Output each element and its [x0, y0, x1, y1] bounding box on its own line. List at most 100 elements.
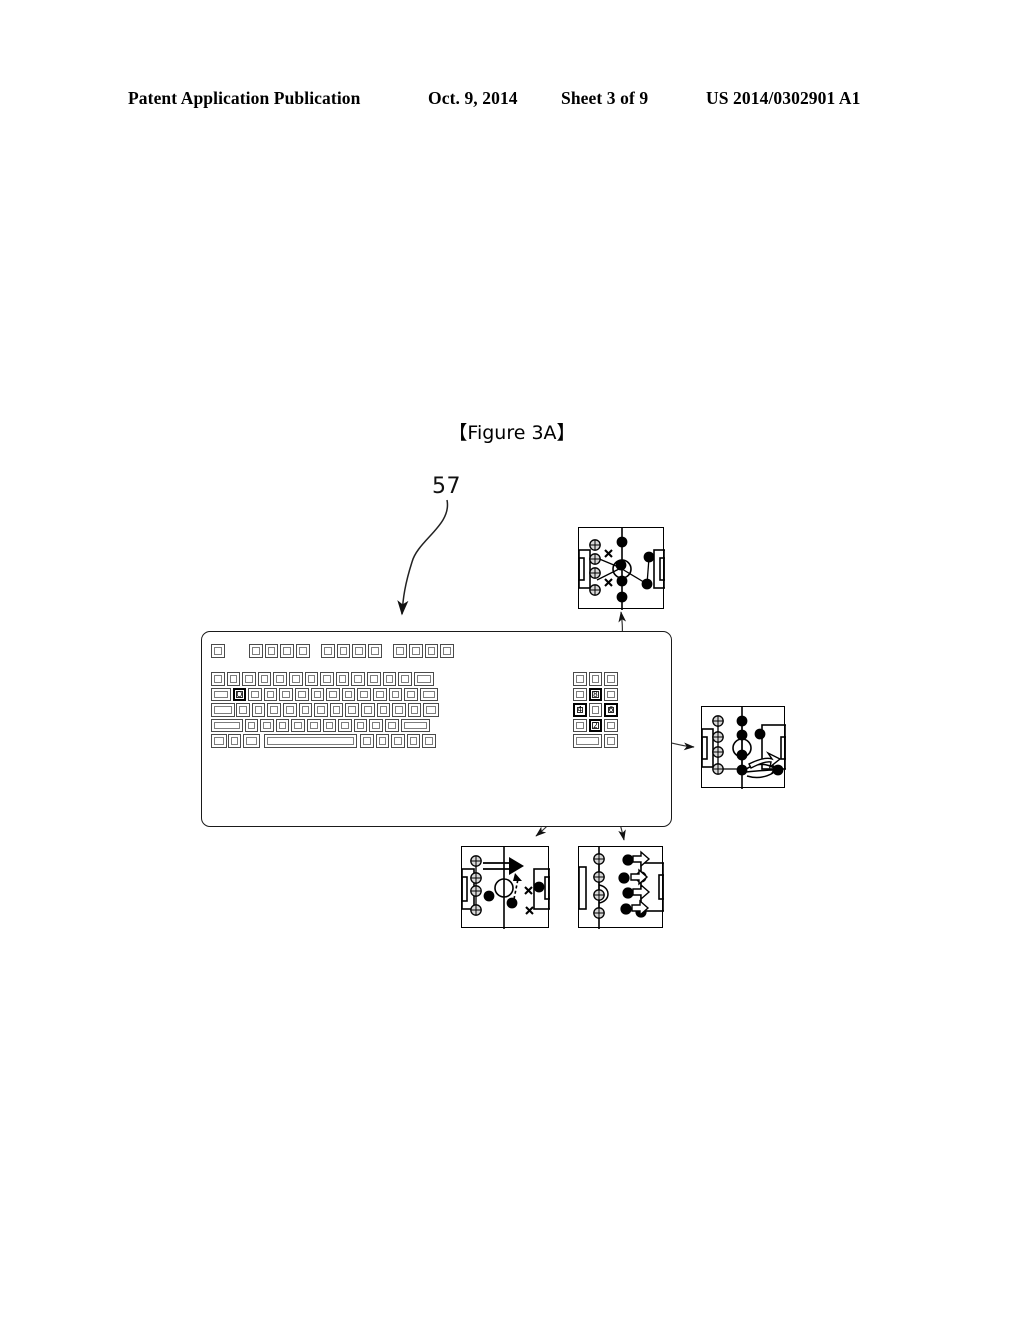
key-numpad[interactable]	[604, 734, 618, 748]
key-bevel	[230, 737, 239, 745]
key-row1[interactable]	[320, 672, 334, 686]
key-function[interactable]	[368, 644, 382, 658]
key-row1[interactable]	[382, 672, 397, 686]
key-row3[interactable]	[392, 703, 406, 717]
key-row1[interactable]	[289, 672, 303, 686]
key-row1[interactable]	[226, 672, 241, 686]
key-numpad[interactable]	[588, 672, 603, 686]
key-numpad-4[interactable]: 4	[573, 703, 587, 717]
key-space[interactable]	[264, 734, 358, 748]
key-row4[interactable]	[384, 718, 399, 733]
key-esc[interactable]	[211, 644, 225, 658]
key-numpad-8[interactable]: 8	[588, 687, 603, 702]
key-row2[interactable]	[341, 687, 356, 702]
key-row2[interactable]	[357, 687, 371, 702]
key-modifier-right[interactable]	[375, 734, 390, 748]
key-row2[interactable]	[326, 687, 340, 702]
key-modifier-right[interactable]	[391, 734, 405, 748]
key-row1[interactable]	[304, 672, 319, 686]
key-bevel	[239, 706, 247, 714]
key-row4[interactable]	[306, 718, 321, 733]
key-row3[interactable]	[251, 703, 266, 717]
key-row2[interactable]	[263, 687, 278, 702]
key-bevel	[267, 647, 276, 655]
key-numpad-6[interactable]: 6	[604, 703, 618, 717]
key-function[interactable]	[424, 644, 439, 658]
key-shift-left[interactable]	[211, 718, 243, 733]
key-row2[interactable]	[248, 687, 262, 702]
key-row4[interactable]	[369, 718, 383, 733]
key-numpad[interactable]	[573, 672, 587, 686]
key-row3[interactable]	[267, 703, 282, 717]
key-numpad[interactable]	[588, 703, 603, 717]
key-row2[interactable]	[310, 687, 325, 702]
key-row4[interactable]	[260, 718, 274, 733]
key-row4[interactable]	[338, 718, 352, 733]
key-numpad[interactable]	[573, 687, 587, 702]
key-row3[interactable]	[407, 703, 422, 717]
key-ctrl-left[interactable]	[211, 734, 227, 748]
key-shift-right[interactable]	[400, 718, 431, 733]
key-row3[interactable]	[361, 703, 375, 717]
key-numpad[interactable]	[573, 718, 587, 733]
key-enter-lower[interactable]	[423, 703, 440, 717]
key-row2[interactable]	[279, 687, 293, 702]
key-bevel	[360, 690, 368, 699]
key-row3[interactable]	[236, 703, 250, 717]
key-function[interactable]	[264, 644, 279, 658]
key-row4[interactable]	[322, 718, 337, 733]
key-row1[interactable]	[211, 672, 225, 686]
key-row4[interactable]	[291, 718, 305, 733]
key-row3[interactable]	[376, 703, 391, 717]
key-modifier-right[interactable]	[360, 734, 374, 748]
key-bevel	[411, 647, 420, 655]
key-function[interactable]	[440, 644, 454, 658]
key-row1[interactable]	[273, 672, 287, 686]
key-function[interactable]	[336, 644, 351, 658]
key-modifier-right[interactable]	[406, 734, 421, 748]
key-numpad[interactable]	[604, 687, 618, 702]
key-row1[interactable]	[367, 672, 381, 686]
key-bevel	[292, 675, 300, 683]
key-row3[interactable]	[298, 703, 313, 717]
key-function[interactable]	[296, 644, 310, 658]
key-function[interactable]	[352, 644, 367, 658]
key-row3[interactable]	[283, 703, 297, 717]
key-function[interactable]	[280, 644, 294, 658]
key-row4[interactable]	[275, 718, 290, 733]
key-row1[interactable]	[351, 672, 365, 686]
key-row1[interactable]	[242, 672, 256, 686]
header-sheet-text: Sheet 3 of 9	[561, 88, 649, 108]
key-row2[interactable]	[388, 687, 403, 702]
key-row2[interactable]	[372, 687, 387, 702]
key-row3[interactable]	[314, 703, 328, 717]
key-numpad-2[interactable]: 2	[588, 718, 603, 733]
key-function[interactable]	[393, 644, 407, 658]
key-row4[interactable]	[244, 718, 259, 733]
key-row1[interactable]	[398, 672, 412, 686]
computer-keyboard[interactable]: Q 84 62	[201, 631, 672, 827]
key-q[interactable]: Q	[232, 687, 247, 702]
key-function[interactable]	[408, 644, 423, 658]
key-win-left[interactable]	[227, 734, 242, 748]
key-backspace[interactable]	[413, 672, 435, 686]
key-numpad[interactable]	[604, 672, 618, 686]
key-alt-left[interactable]	[243, 734, 261, 748]
key-enter-upper[interactable]	[419, 687, 439, 702]
key-capslock[interactable]	[211, 703, 235, 717]
key-function[interactable]	[249, 644, 263, 658]
key-bevel	[363, 737, 371, 745]
key-function[interactable]	[321, 644, 335, 658]
key-row2[interactable]	[404, 687, 418, 702]
key-row4[interactable]	[353, 718, 368, 733]
key-row2[interactable]	[294, 687, 309, 702]
key-numpad-zero[interactable]	[573, 734, 603, 748]
key-row1[interactable]	[257, 672, 272, 686]
key-numpad[interactable]	[604, 718, 618, 733]
key-row1[interactable]	[335, 672, 350, 686]
key-row3[interactable]	[345, 703, 360, 717]
key-modifier-right[interactable]	[422, 734, 437, 748]
key-row3[interactable]	[329, 703, 344, 717]
leader-line-57	[397, 499, 449, 616]
key-tab[interactable]	[211, 687, 231, 702]
